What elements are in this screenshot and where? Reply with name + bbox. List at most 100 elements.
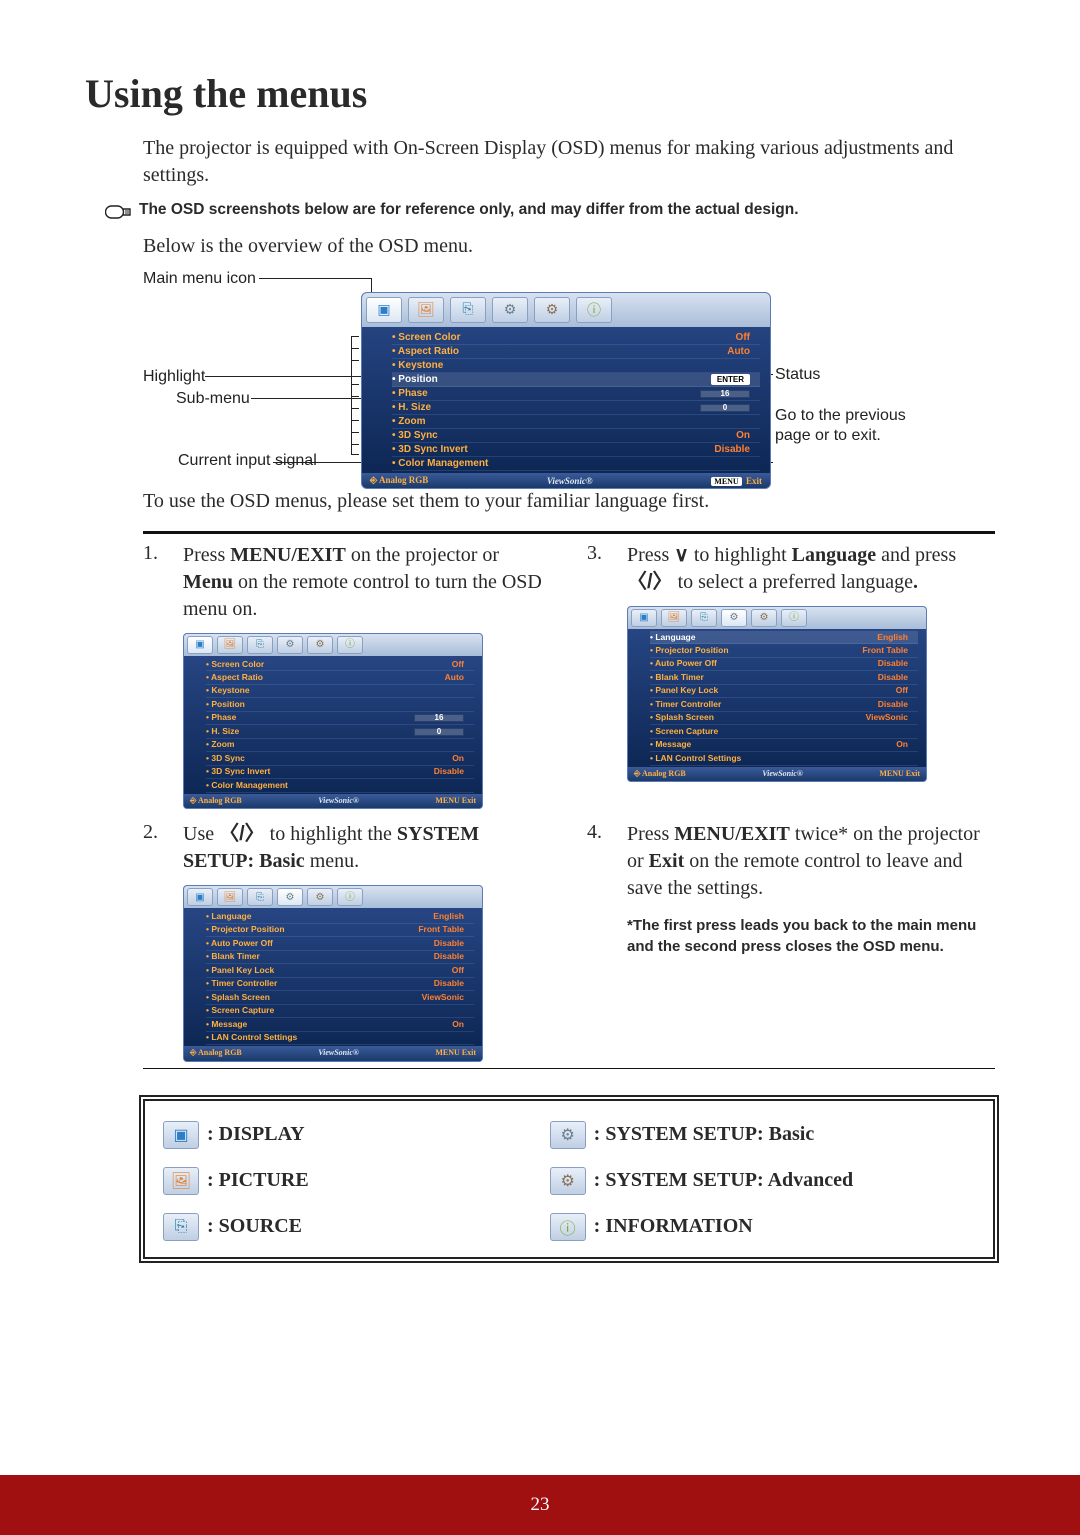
legend-icon: ⓘ (550, 1213, 586, 1241)
osd-item-label: • Panel Key Lock (206, 965, 274, 976)
osd-item: • Auto Power OffDisable (650, 658, 918, 671)
hand-pointer-icon (105, 203, 131, 221)
note-row: The OSD screenshots below are for refere… (105, 201, 995, 221)
osd-item-value: Disable (878, 672, 908, 683)
osd-step2-screenshot: ▣ 🖼 ⎘ ⚙ ⚙ ⓘ • LanguageEnglish• Projector… (183, 885, 483, 1061)
osd-item: • Color Management (392, 457, 760, 471)
osd-icon-row: ▣ 🖼 ⎘ ⚙ ⚙ ⓘ (362, 293, 770, 327)
step-1: 1. Press MENU/EXIT on the projector or M… (143, 542, 551, 809)
page-number: 23 (531, 1494, 550, 1516)
osd-item-value: Auto (727, 346, 750, 357)
osd-item-label: • Color Management (392, 458, 488, 469)
osd-item: • Splash ScreenViewSonic (650, 712, 918, 725)
osd-item-value: Off (736, 332, 750, 343)
left-right-arrow-icon: 〈/〉 (627, 571, 673, 593)
legend-label: : DISPLAY (207, 1123, 305, 1146)
osd-item-label: • Blank Timer (206, 951, 260, 962)
osd-item: • Screen ColorOff (392, 331, 760, 345)
picture-icon: 🖼 (408, 297, 444, 323)
osd-item-value: Off (896, 685, 908, 696)
osd-item-label: • 3D Sync (206, 753, 245, 764)
osd-item-value: Disable (878, 699, 908, 710)
osd-item-label: • Auto Power Off (206, 938, 273, 949)
osd-item: • H. Size (392, 401, 760, 415)
osd-footer-brand: ViewSonic® (547, 476, 593, 486)
osd-item-label: • Blank Timer (650, 672, 704, 683)
display-icon: ▣ (631, 609, 657, 627)
page-content: Using the menus The projector is equippe… (0, 0, 1080, 1259)
osd-item: • LAN Control Settings (650, 752, 918, 765)
value-bar (414, 728, 464, 736)
osd-item-value: ViewSonic (866, 712, 908, 723)
osd-item-label: • Panel Key Lock (650, 685, 718, 696)
osd-item: • Message On (206, 1018, 474, 1031)
osd-item: • Aspect Ratio Auto (392, 345, 760, 359)
legend-icon: ▣ (163, 1121, 199, 1149)
value-bar (414, 714, 464, 722)
osd-item-label: • Position (206, 699, 245, 710)
osd-item-label: • Message (206, 1019, 247, 1030)
step-4: 4. Press MENU/EXIT twice* on the project… (587, 821, 995, 1061)
label-status: Status (775, 366, 820, 384)
legend-label: : INFORMATION (594, 1215, 753, 1238)
osd-item-label: • Screen Color (206, 659, 264, 670)
divider-thin (143, 1068, 995, 1069)
osd-item-label: • H. Size (206, 726, 239, 737)
osd-main-screenshot: ▣ 🖼 ⎘ ⚙ ⚙ ⓘ • Screen ColorOff• Aspect Ra… (361, 292, 771, 489)
legend-label: : PICTURE (207, 1169, 309, 1192)
osd-item-value: English (433, 911, 464, 922)
osd-item-label: • Zoom (206, 739, 234, 750)
setup-adv-icon: ⚙ (307, 888, 333, 906)
value-bar (700, 390, 750, 398)
source-icon: ⎘ (691, 609, 717, 627)
setup-adv-icon: ⚙ (534, 297, 570, 323)
osd-item-value: ViewSonic (422, 992, 464, 1003)
osd-item-label: • Language (206, 911, 251, 922)
display-icon: ▣ (187, 636, 213, 654)
osd-item-label: • Phase (206, 712, 236, 723)
step-2: 2. Use 〈/〉 to highlight the SYSTEM SETUP… (143, 821, 551, 1061)
osd-item-value: Off (452, 659, 464, 670)
osd-item: • Position (206, 698, 474, 711)
osd-item-label: • LAN Control Settings (206, 1032, 297, 1043)
osd-item-value: On (452, 1019, 464, 1030)
osd-item-value: Off (452, 965, 464, 976)
setup-basic-icon: ⚙ (277, 888, 303, 906)
osd-item-label: • 3D Sync Invert (206, 766, 270, 777)
info-icon: ⓘ (337, 636, 363, 654)
osd-item-value: Auto (445, 672, 464, 683)
legend-icon: 🖼 (163, 1167, 199, 1195)
note-text: The OSD screenshots below are for refere… (139, 201, 799, 219)
osd-item-value: Disable (434, 978, 464, 989)
enter-badge: ENTER (711, 374, 750, 385)
osd-item: • H. Size (206, 725, 474, 738)
osd-item-value: On (452, 753, 464, 764)
page-footer: 23 (0, 1475, 1080, 1535)
osd-item: • 3D Sync InvertDisable (392, 443, 760, 457)
osd-item: • LanguageEnglish (650, 631, 918, 644)
osd-item-label: • Phase (392, 388, 428, 399)
osd-item: • Splash Screen ViewSonic (206, 991, 474, 1004)
osd-item-label: • Position (392, 374, 438, 385)
osd-footer-left: Analog RGB (379, 475, 428, 485)
intro-text: The projector is equipped with On-Screen… (143, 135, 995, 189)
osd-item-label: • 3D Sync Invert (392, 444, 468, 455)
step4-note: *The first press leads you back to the m… (627, 916, 995, 957)
legend-label: : SYSTEM SETUP: Basic (594, 1123, 815, 1146)
osd-item-label: • Aspect Ratio (392, 346, 459, 357)
osd-item: • 3D Sync Invert Disable (206, 766, 474, 779)
info-icon: ⓘ (781, 609, 807, 627)
osd-item: • Screen Capture (650, 725, 918, 738)
legend-item: ▣ : DISPLAY (163, 1121, 550, 1149)
label-current-input: Current input signal (178, 452, 317, 470)
osd-item-label: • 3D Sync (392, 430, 438, 441)
osd-item-value: Front Table (862, 645, 908, 656)
osd-item-value: On (896, 739, 908, 750)
setup-adv-icon: ⚙ (751, 609, 777, 627)
legend-label: : SYSTEM SETUP: Advanced (594, 1169, 854, 1192)
osd-item-value: Disable (434, 766, 464, 777)
label-submenu: Sub-menu (176, 390, 250, 408)
osd-item-label: • Timer Controller (206, 978, 277, 989)
osd-item-label: • Language (650, 632, 695, 643)
osd-item-label: • Splash Screen (206, 992, 270, 1003)
